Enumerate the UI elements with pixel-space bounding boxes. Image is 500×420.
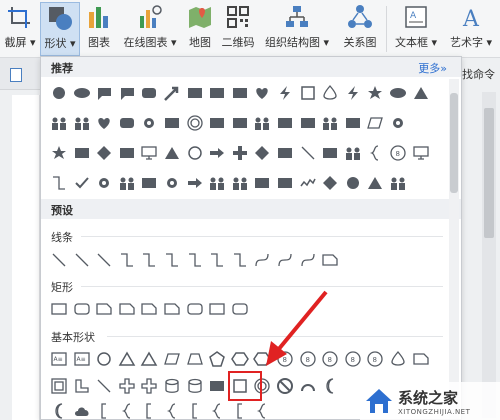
watermark-url: XITONGZHIJIA.NET — [398, 407, 471, 416]
annotation-arrow — [266, 290, 328, 366]
watermark-title: 系统之家 — [398, 388, 459, 407]
house-logo-icon — [366, 389, 392, 413]
site-watermark: 系统之家 XITONGZHIJIA.NET — [360, 382, 500, 420]
